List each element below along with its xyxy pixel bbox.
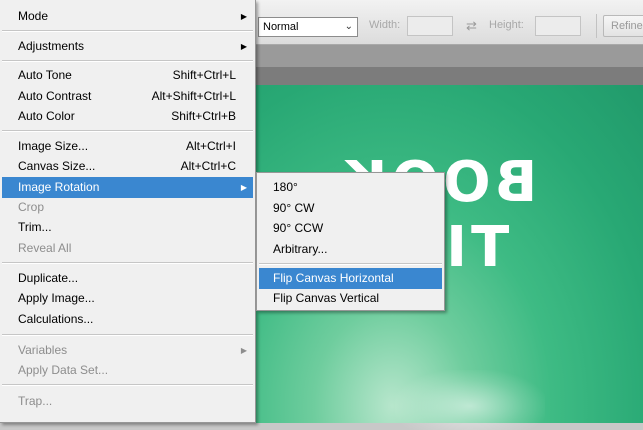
menu-item-label: Calculations... [18, 312, 94, 326]
menu-item-label: Image Size... [18, 139, 89, 153]
chevron-down-icon: ⌄ [344, 21, 353, 32]
submenu-item-180[interactable]: 180° [259, 177, 442, 198]
menu-item-label: 90° CW [273, 201, 315, 215]
menu-item-label: Apply Image... [18, 291, 95, 305]
menu-separator [2, 60, 253, 62]
menu-item-label: Trap... [18, 394, 53, 408]
menu-separator [2, 130, 253, 132]
submenu-item-flip-vertical[interactable]: Flip Canvas Vertical [259, 288, 442, 309]
image-rotation-submenu: 180° 90° CW 90° CCW Arbitrary... Flip Ca… [256, 172, 445, 311]
menu-item-shortcut: Alt+Shift+Ctrl+L [151, 89, 236, 103]
menu-separator [2, 262, 253, 264]
menu-item-label: Trim... [18, 220, 52, 234]
menu-item-label: 180° [273, 180, 298, 194]
height-field[interactable] [535, 16, 581, 36]
submenu-item-flip-horizontal[interactable]: Flip Canvas Horizontal [259, 268, 442, 289]
submenu-arrow-icon: ▶ [240, 346, 247, 355]
menu-item-apply-data-set[interactable]: Apply Data Set... [2, 360, 253, 381]
image-menu: Mode ▶ Adjustments ▶ Auto Tone Shift+Ctr… [0, 0, 256, 423]
menu-item-apply-image[interactable]: Apply Image... [2, 288, 253, 309]
refine-edge-button[interactable]: Refine [603, 15, 643, 37]
menu-item-auto-tone[interactable]: Auto Tone Shift+Ctrl+L [2, 65, 253, 86]
menu-item-label: Duplicate... [18, 271, 79, 285]
menu-item-shortcut: Shift+Ctrl+B [171, 109, 236, 123]
menu-item-mode[interactable]: Mode ▶ [2, 6, 253, 27]
menu-item-label: Auto Tone [18, 68, 72, 82]
width-label: Width: [369, 19, 401, 31]
submenu-arrow-icon: ▶ [240, 42, 247, 51]
menu-item-label: Canvas Size... [18, 159, 96, 173]
menu-item-label: Crop [18, 200, 45, 214]
menu-item-label: Auto Contrast [18, 89, 92, 103]
menu-item-auto-contrast[interactable]: Auto Contrast Alt+Shift+Ctrl+L [2, 86, 253, 107]
width-field[interactable] [407, 16, 453, 36]
toolbar-divider [596, 14, 597, 38]
height-label: Height: [489, 19, 524, 31]
menu-item-shortcut: Alt+Ctrl+I [185, 139, 236, 153]
menu-item-label: Arbitrary... [273, 242, 328, 256]
style-select-value: Normal [263, 21, 299, 33]
menu-item-label: Apply Data Set... [18, 363, 109, 377]
menu-item-label: Auto Color [18, 109, 75, 123]
menu-item-label: Adjustments [18, 39, 85, 53]
menu-item-shortcut: Alt+Ctrl+C [180, 159, 236, 173]
menu-item-trap[interactable]: Trap... [2, 391, 253, 412]
menu-item-shortcut: Shift+Ctrl+L [172, 68, 236, 82]
menu-item-label: Image Rotation [18, 180, 100, 194]
menu-item-canvas-size[interactable]: Canvas Size... Alt+Ctrl+C [2, 156, 253, 177]
menu-item-auto-color[interactable]: Auto Color Shift+Ctrl+B [2, 106, 253, 127]
submenu-item-arbitrary[interactable]: Arbitrary... [259, 239, 442, 260]
menu-item-variables[interactable]: Variables ▶ [2, 340, 253, 361]
menu-item-label: Flip Canvas Vertical [273, 291, 380, 305]
menu-item-label: Flip Canvas Horizontal [273, 271, 394, 285]
menu-item-calculations[interactable]: Calculations... [2, 309, 253, 330]
menu-item-reveal-all[interactable]: Reveal All [2, 238, 253, 259]
menu-item-trim[interactable]: Trim... [2, 217, 253, 238]
submenu-item-90-ccw[interactable]: 90° CCW [259, 218, 442, 239]
swap-icon[interactable]: ⇄ [466, 18, 477, 34]
menu-item-image-size[interactable]: Image Size... Alt+Ctrl+I [2, 136, 253, 157]
menu-item-adjustments[interactable]: Adjustments ▶ [2, 36, 253, 57]
submenu-item-90-cw[interactable]: 90° CW [259, 198, 442, 219]
menu-separator [2, 384, 253, 386]
menu-item-duplicate[interactable]: Duplicate... [2, 268, 253, 289]
menu-separator [2, 334, 253, 336]
submenu-arrow-icon: ▶ [240, 183, 247, 192]
menu-separator [2, 30, 253, 32]
menu-item-crop[interactable]: Crop [2, 197, 253, 218]
tree-icon [395, 370, 545, 430]
menu-item-label: Variables [18, 343, 68, 357]
menu-item-label: Reveal All [18, 241, 72, 255]
menu-item-label: Mode [18, 9, 49, 23]
menu-item-image-rotation[interactable]: Image Rotation ▶ [2, 177, 253, 198]
menu-separator [259, 263, 442, 265]
menu-item-label: 90° CCW [273, 221, 324, 235]
style-select[interactable]: Normal ⌄ [258, 17, 358, 37]
submenu-arrow-icon: ▶ [240, 12, 247, 21]
